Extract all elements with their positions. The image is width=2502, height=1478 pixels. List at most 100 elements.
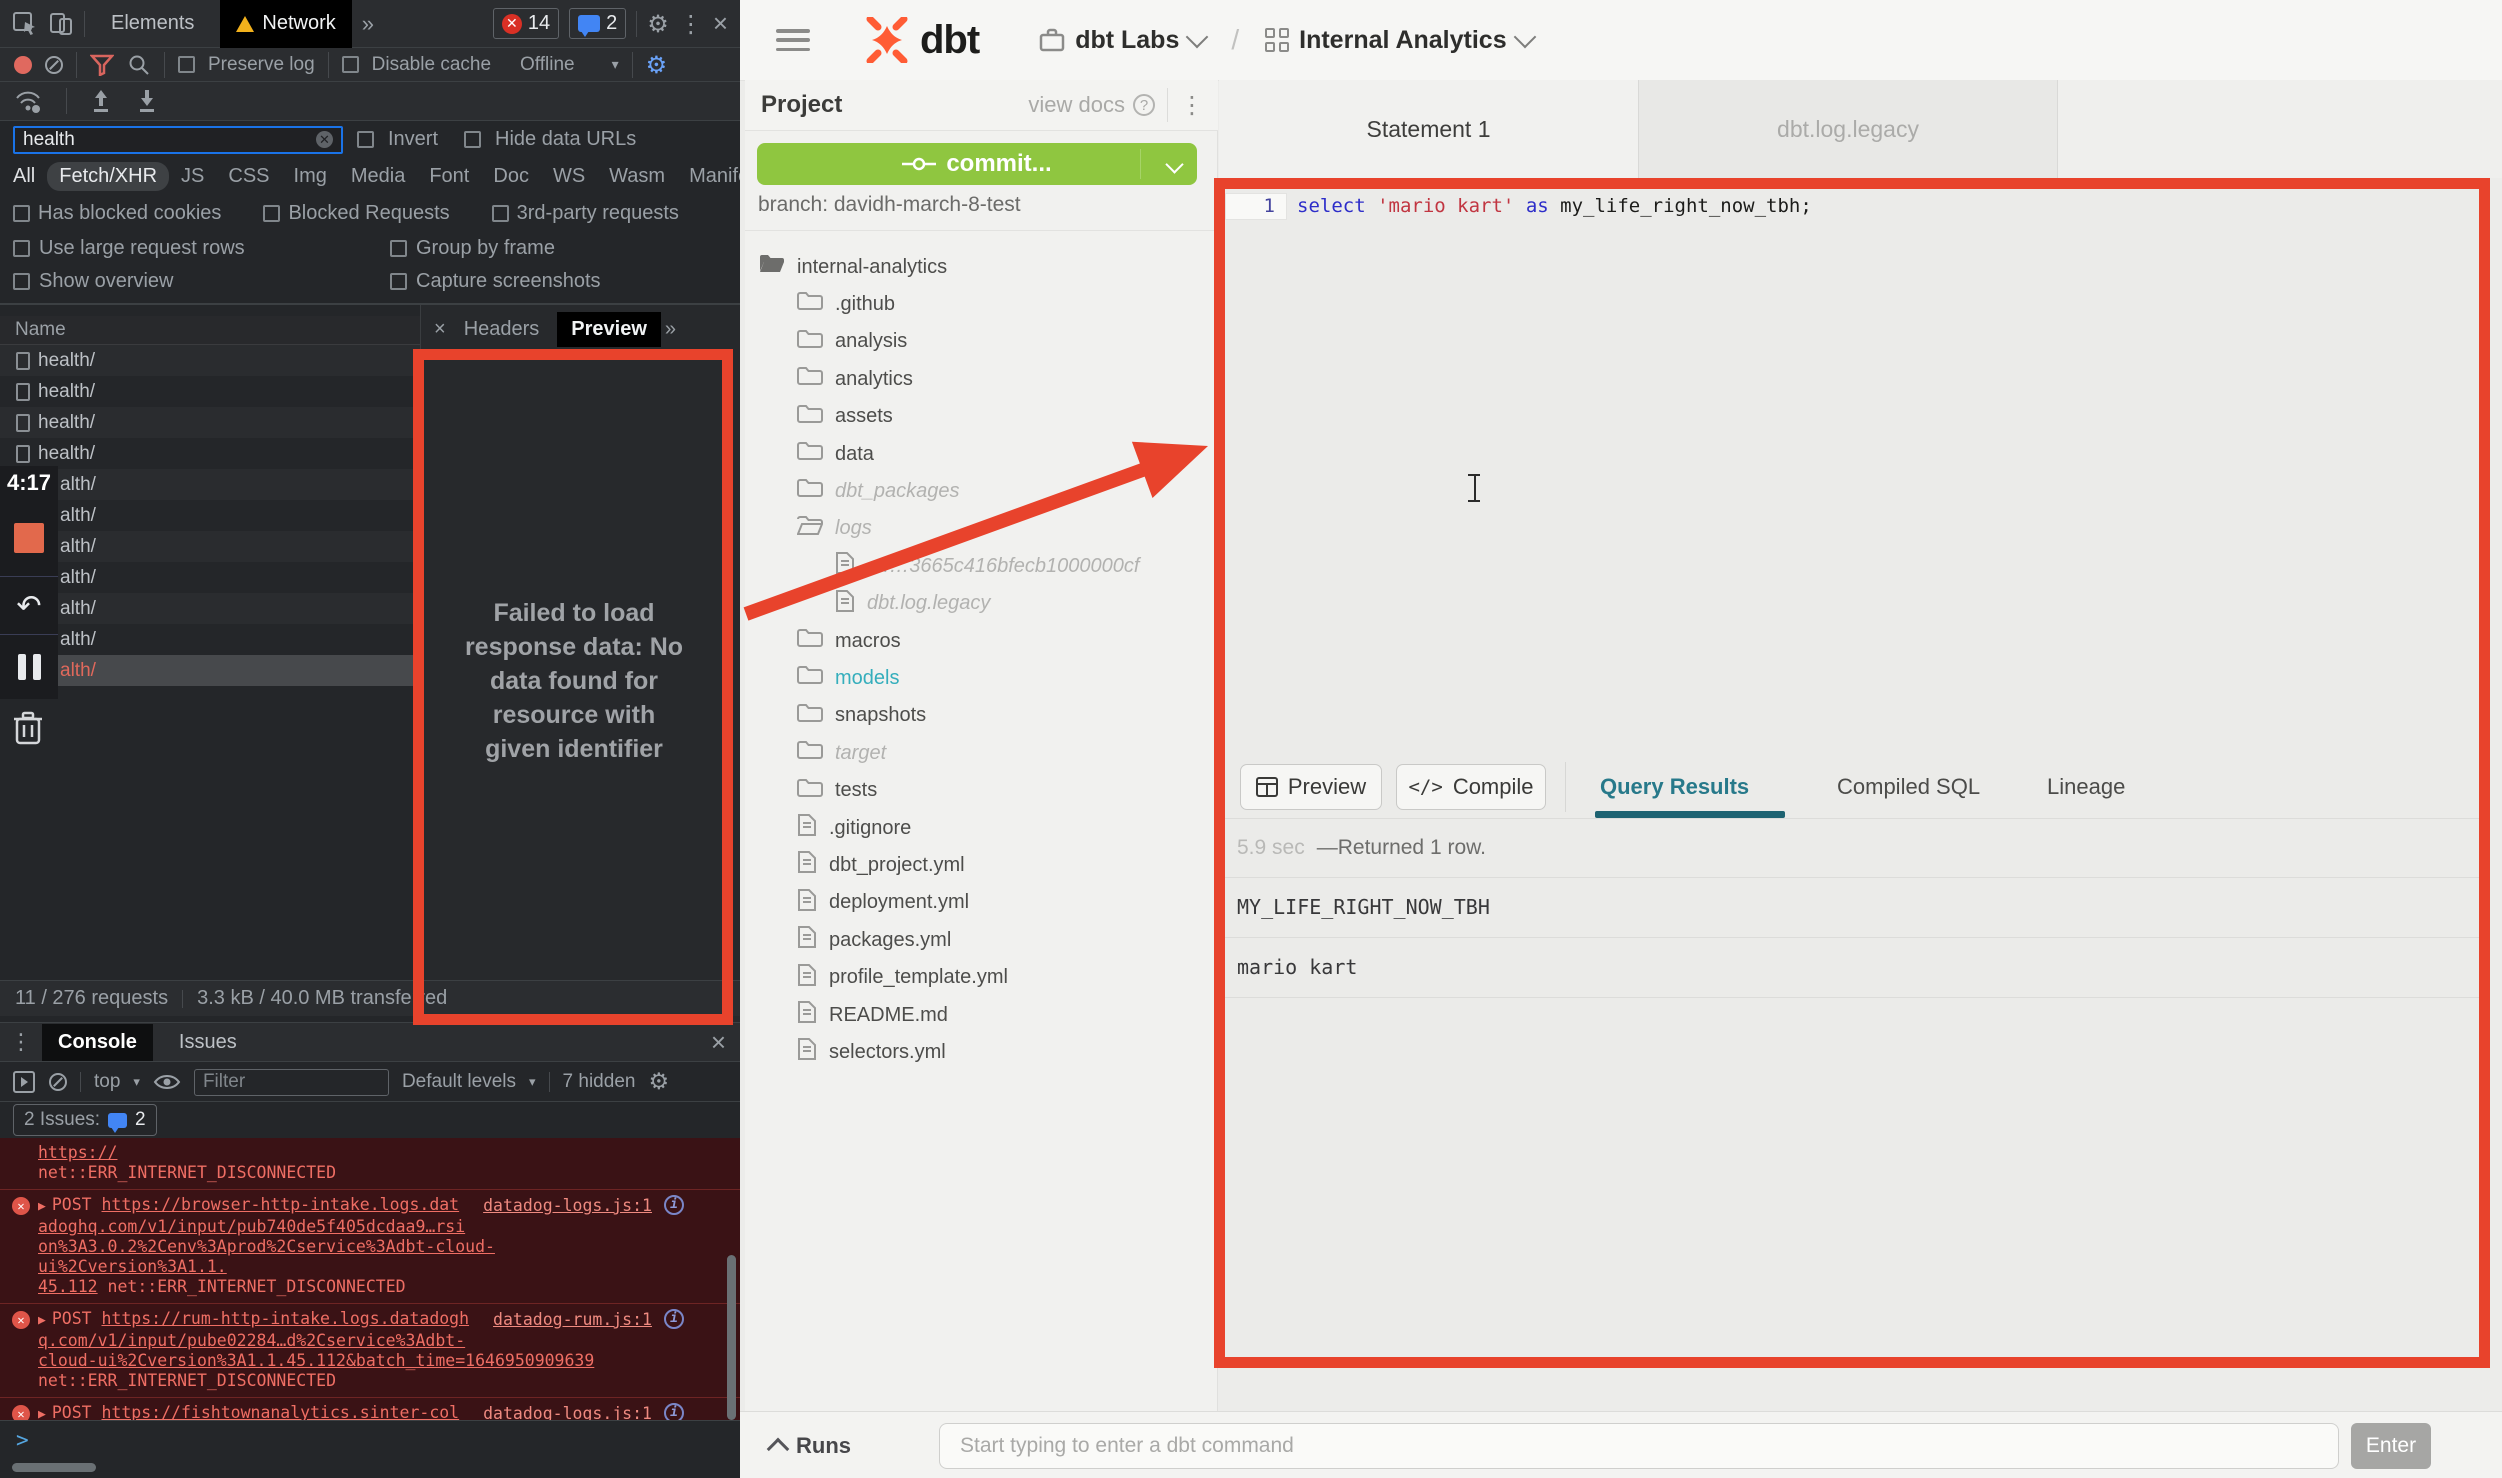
commit-button[interactable]: commit... [757,143,1197,185]
close-devtools-icon[interactable]: × [713,8,728,39]
blocked-requests-checkbox[interactable] [263,205,280,222]
file-deployment-yml[interactable]: deployment.yml [797,886,969,920]
folder-analytics[interactable]: analytics [797,362,913,396]
horizontal-scrollbar[interactable] [12,1463,96,1472]
console-error-message[interactable]: ✕▶POST https://rum-http-intake.logs.data… [0,1304,740,1398]
throttling-caret-icon[interactable]: ▾ [612,56,619,73]
error-link[interactable]: adoghq.com/v1/input/pub740de5f405dcdaa9…… [38,1217,465,1236]
group-by-frame-checkbox[interactable] [390,240,407,257]
context-caret-icon[interactable]: ▾ [133,1074,140,1090]
file--nf-3665c416bfecb1000000cf[interactable]: .nf…3665c416bfecb1000000cf [835,549,1139,583]
file-dbt-log-legacy[interactable]: dbt.log.legacy [835,587,990,621]
tab-preview[interactable]: Preview [557,312,661,347]
import-har-icon[interactable] [89,88,113,114]
runs-toggle[interactable]: Runs [770,1433,851,1459]
request-row[interactable]: alth/ [0,531,420,562]
tab-headers[interactable]: Headers [450,312,554,347]
commit-chevron-icon[interactable] [1165,155,1183,173]
folder-target[interactable]: target [797,736,886,770]
levels-caret-icon[interactable]: ▾ [529,1074,536,1090]
enter-button[interactable]: Enter [2351,1423,2431,1469]
request-row[interactable]: alth/ [0,500,420,531]
folder-data[interactable]: data [797,437,874,471]
expand-triangle-icon[interactable]: ▶ [38,1407,46,1420]
expand-triangle-icon[interactable]: ▶ [38,1313,46,1328]
console-filter-input[interactable]: Filter [194,1069,389,1096]
file-readme-md[interactable]: README.md [797,998,948,1032]
file-profile-template-yml[interactable]: profile_template.yml [797,961,1008,995]
console-prompt[interactable]: > [0,1420,740,1458]
kebab-menu-icon[interactable]: ⋮ [679,10,703,38]
tab-console[interactable]: Console [42,1024,153,1061]
preview-button[interactable]: Preview [1240,764,1382,810]
search-icon[interactable] [127,53,151,77]
filter-chip-fetch-xhr[interactable]: Fetch/XHR [47,162,169,191]
stop-recording-button[interactable] [0,500,58,576]
error-link[interactable]: https://browser-http-intake.logs.dat [102,1195,460,1214]
filter-chip-js[interactable]: JS [169,162,216,191]
error-link[interactable]: https://rum-http-intake.logs.datadogh [102,1309,470,1328]
close-detail-icon[interactable]: × [434,318,446,341]
results-data-row[interactable]: mario kart [1225,937,2489,998]
capture-screenshots-checkbox[interactable] [390,273,407,290]
throttling-select[interactable]: Offline [520,54,575,76]
message-count-badge[interactable]: 2 [569,8,626,39]
request-row[interactable]: alth/ [0,624,420,655]
error-count-badge[interactable]: ✕14 [493,8,559,39]
console-sidebar-icon[interactable] [12,1070,36,1094]
filter-chip-media[interactable]: Media [339,162,417,191]
view-docs-link[interactable]: view docs ? [1028,92,1155,118]
code-line[interactable]: select 'mario kart' as my_life_right_now… [1297,195,1812,217]
folder-internal-analytics[interactable]: internal-analytics [759,250,947,284]
file-dbt-project-yml[interactable]: dbt_project.yml [797,848,965,882]
close-drawer-icon[interactable]: × [711,1027,726,1058]
has-blocked-cookies-checkbox[interactable] [13,205,30,222]
invert-checkbox[interactable] [357,131,374,148]
disable-cache-checkbox[interactable] [342,56,359,73]
folder-tests[interactable]: tests [797,774,877,808]
clear-console-icon[interactable] [49,1073,67,1091]
folder-analysis[interactable]: analysis [797,325,907,359]
filter-chip-font[interactable]: Font [417,162,481,191]
tab-network[interactable]: Network [220,0,351,48]
console-error-message[interactable]: ✕▶POST https://fishtownanalytics.sinter-… [0,1398,740,1420]
network-conditions-icon[interactable] [14,88,44,114]
folder-models[interactable]: models [797,661,899,695]
folder-assets[interactable]: assets [797,400,893,434]
more-pane-tabs-icon[interactable]: » [665,318,676,341]
request-row[interactable]: alth/ [0,655,420,686]
request-row[interactable]: health/ [0,376,420,407]
error-link[interactable]: https://fishtownanalytics.sinter-col [102,1403,460,1420]
dbt-logo[interactable]: dbt [864,17,979,63]
pause-button[interactable] [0,634,58,699]
tab-issues[interactable]: Issues [163,1024,253,1061]
project-selector[interactable]: Internal Analytics [1265,26,1532,55]
tab-statement-1[interactable]: Statement 1 [1219,80,1638,178]
file-selectors-yml[interactable]: selectors.yml [797,1035,946,1069]
more-tabs-icon[interactable]: » [362,11,374,37]
info-icon[interactable]: i [664,1309,684,1329]
filter-chip-wasm[interactable]: Wasm [597,162,677,191]
eye-icon[interactable] [153,1072,181,1092]
issues-pill[interactable]: 2 Issues: 2 [13,1104,157,1136]
drawer-kebab-icon[interactable]: ⋮ [10,1030,32,1055]
hamburger-menu-icon[interactable] [776,29,810,51]
folder-logs[interactable]: logs [797,512,872,546]
account-selector[interactable]: dbt Labs [1039,26,1205,55]
hide-data-urls-checkbox[interactable] [464,131,481,148]
dbt-command-input[interactable]: Start typing to enter a dbt command [939,1423,2339,1469]
file-packages-yml[interactable]: packages.yml [797,923,951,957]
error-link[interactable]: cloud-ui%2Cversion%3A1.1.45.112&batch_ti… [38,1351,594,1370]
console-error-message[interactable]: ✕▶POST https://browser-http-intake.logs.… [0,1190,740,1304]
filter-chip-all[interactable]: All [13,162,47,191]
folder--github[interactable]: .github [797,287,895,321]
request-row[interactable]: health/ [0,438,420,469]
error-link[interactable]: https:// [38,1143,117,1162]
expand-triangle-icon[interactable]: ▶ [38,1199,46,1214]
filter-chip-ws[interactable]: WS [541,162,597,191]
vertical-scrollbar[interactable] [727,1255,736,1420]
clear-icon[interactable] [45,56,63,74]
settings-gear-icon[interactable]: ⚙ [647,10,669,38]
request-row[interactable]: alth/ [0,593,420,624]
preserve-log-checkbox[interactable] [178,56,195,73]
